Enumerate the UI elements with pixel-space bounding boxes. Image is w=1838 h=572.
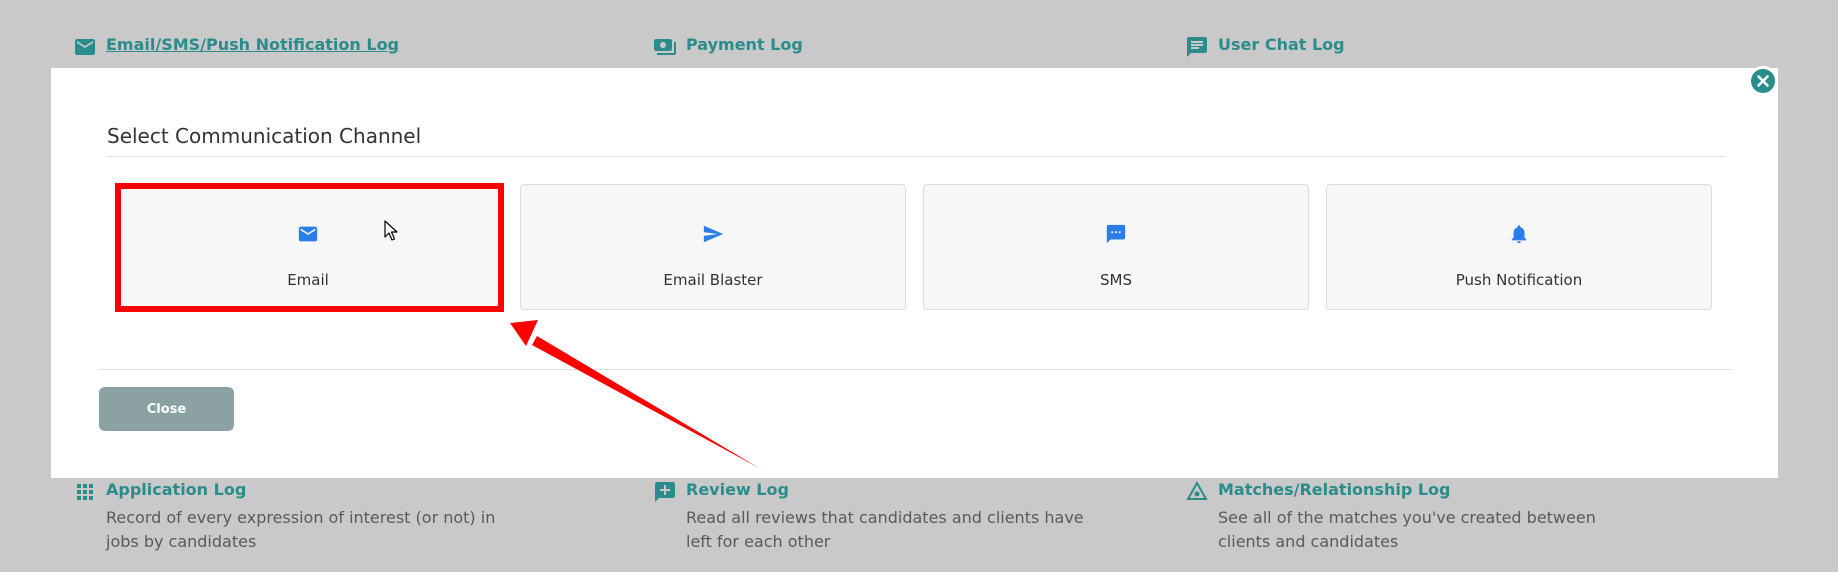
sms-icon	[1106, 224, 1126, 244]
close-button[interactable]: Close	[99, 387, 234, 431]
envelope-icon	[75, 39, 95, 55]
application-log-description: Record of every expression of interest (…	[106, 508, 496, 551]
payment-icon	[654, 39, 676, 55]
send-icon	[703, 225, 724, 243]
matches-log-description: See all of the matches you've created be…	[1218, 508, 1596, 551]
title-divider	[107, 156, 1725, 157]
grid-icon	[77, 484, 93, 500]
channel-card-email-blaster[interactable]: Email Blaster	[520, 184, 906, 310]
handshake-icon	[1186, 480, 1208, 500]
payment-log-link[interactable]: Payment Log	[686, 35, 803, 54]
close-icon	[1757, 75, 1769, 87]
channel-label-email-blaster: Email Blaster	[663, 271, 763, 289]
modal-close-x-button[interactable]	[1748, 66, 1778, 96]
channel-label-sms: SMS	[1100, 271, 1132, 289]
application-log-link[interactable]: Application Log	[106, 480, 246, 499]
review-icon	[655, 482, 675, 502]
review-log-link[interactable]: Review Log	[686, 480, 789, 499]
highlight-box	[115, 183, 504, 312]
chat-log-link[interactable]: User Chat Log	[1218, 35, 1345, 54]
channel-card-sms[interactable]: SMS	[923, 184, 1309, 310]
mouse-cursor-icon	[384, 220, 398, 241]
channel-label-push-notification: Push Notification	[1455, 271, 1583, 289]
review-log-description: Read all reviews that candidates and cli…	[686, 508, 1084, 551]
modal-title: Select Communication Channel	[107, 124, 422, 148]
channel-card-push-notification[interactable]: Push Notification	[1326, 184, 1712, 310]
bell-icon	[1511, 225, 1527, 244]
matches-log-link[interactable]: Matches/Relationship Log	[1218, 480, 1451, 499]
footer-divider	[98, 369, 1732, 370]
email-log-link[interactable]: Email/SMS/Push Notification Log	[106, 35, 399, 54]
chat-icon	[1187, 37, 1207, 57]
